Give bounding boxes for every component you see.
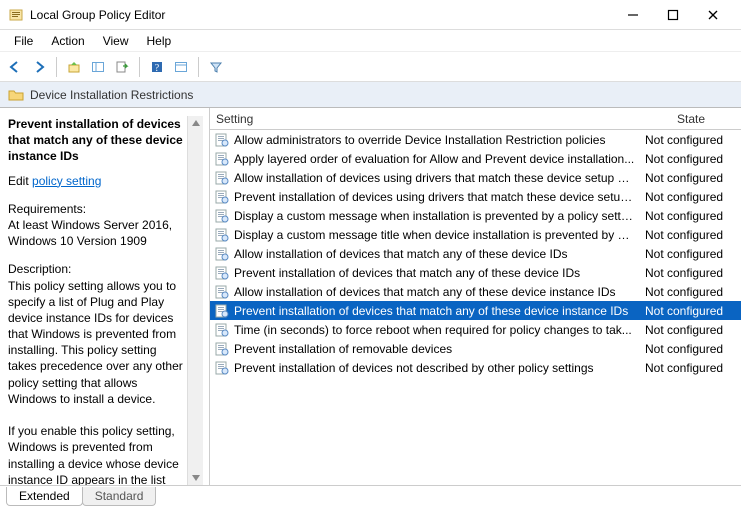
- svg-text:?: ?: [155, 63, 160, 74]
- app-icon: [8, 7, 24, 23]
- tab-extended[interactable]: Extended: [6, 487, 83, 506]
- list-item-label: Prevent installation of devices using dr…: [234, 190, 641, 204]
- column-state[interactable]: State: [641, 112, 741, 126]
- list-item-label: Prevent installation of devices that mat…: [234, 266, 641, 280]
- list-item-label: Allow installation of devices that match…: [234, 247, 641, 261]
- list-item-state: Not configured: [641, 342, 741, 356]
- list-item-state: Not configured: [641, 285, 741, 299]
- list-item[interactable]: Display a custom message when installati…: [210, 206, 741, 225]
- scroll-down-icon: [191, 473, 201, 483]
- policy-icon: [214, 227, 230, 243]
- list-item-state: Not configured: [641, 209, 741, 223]
- show-hide-tree-button[interactable]: [87, 56, 109, 78]
- menu-view[interactable]: View: [95, 32, 137, 50]
- list-item-state: Not configured: [641, 228, 741, 242]
- policy-icon: [214, 170, 230, 186]
- folder-icon: [8, 87, 24, 103]
- location-text: Device Installation Restrictions: [30, 88, 193, 102]
- list-item-label: Prevent installation of removable device…: [234, 342, 641, 356]
- list-item-label: Allow installation of devices that match…: [234, 285, 641, 299]
- bottom-tabs: Extended Standard: [0, 485, 741, 507]
- details-pane: Prevent installation of devices that mat…: [0, 108, 210, 485]
- details-scrollbar[interactable]: [187, 116, 203, 485]
- forward-button[interactable]: [28, 56, 50, 78]
- up-button[interactable]: [63, 56, 85, 78]
- window-title: Local Group Policy Editor: [30, 8, 613, 22]
- list-item[interactable]: Time (in seconds) to force reboot when r…: [210, 320, 741, 339]
- list-item[interactable]: Prevent installation of removable device…: [210, 339, 741, 358]
- filter-button[interactable]: [205, 56, 227, 78]
- policy-icon: [214, 341, 230, 357]
- list-item[interactable]: Display a custom message title when devi…: [210, 225, 741, 244]
- policy-icon: [214, 151, 230, 167]
- list-item-state: Not configured: [641, 247, 741, 261]
- description-label: Description:: [8, 261, 187, 277]
- export-list-button[interactable]: [111, 56, 133, 78]
- list-item-label: Prevent installation of devices not desc…: [234, 361, 641, 375]
- list-item[interactable]: Apply layered order of evaluation for Al…: [210, 149, 741, 168]
- list-item-state: Not configured: [641, 190, 741, 204]
- list-item[interactable]: Allow installation of devices that match…: [210, 244, 741, 263]
- scroll-up-icon: [191, 118, 201, 128]
- list-item-label: Allow administrators to override Device …: [234, 133, 641, 147]
- policy-icon: [214, 360, 230, 376]
- policy-icon: [214, 284, 230, 300]
- policy-icon: [214, 303, 230, 319]
- list-item[interactable]: Prevent installation of devices using dr…: [210, 187, 741, 206]
- policy-icon: [214, 132, 230, 148]
- toolbar: ?: [0, 52, 741, 82]
- list-item-state: Not configured: [641, 323, 741, 337]
- list-item-state: Not configured: [641, 266, 741, 280]
- window-titlebar: Local Group Policy Editor: [0, 0, 741, 30]
- list-item-label: Display a custom message title when devi…: [234, 228, 641, 242]
- help-button[interactable]: ?: [146, 56, 168, 78]
- tab-standard[interactable]: Standard: [82, 487, 157, 506]
- settings-list-pane: Setting State Allow administrators to ov…: [210, 108, 741, 485]
- window-controls: [613, 1, 733, 29]
- list-item-state: Not configured: [641, 304, 741, 318]
- policy-icon: [214, 322, 230, 338]
- detail-title: Prevent installation of devices that mat…: [8, 116, 187, 165]
- menu-bar: File Action View Help: [0, 30, 741, 52]
- policy-icon: [214, 208, 230, 224]
- list-item[interactable]: Prevent installation of devices that mat…: [210, 263, 741, 282]
- list-item-state: Not configured: [641, 152, 741, 166]
- main-split: Prevent installation of devices that mat…: [0, 108, 741, 485]
- list-item-label: Prevent installation of devices that mat…: [234, 304, 641, 318]
- column-header-row: Setting State: [210, 108, 741, 130]
- list-item-label: Apply layered order of evaluation for Al…: [234, 152, 641, 166]
- menu-help[interactable]: Help: [139, 32, 180, 50]
- close-button[interactable]: [693, 1, 733, 29]
- column-setting[interactable]: Setting: [210, 112, 641, 126]
- settings-list: Allow administrators to override Device …: [210, 130, 741, 485]
- properties-button[interactable]: [170, 56, 192, 78]
- description-body: This policy setting allows you to specif…: [8, 278, 187, 486]
- list-item[interactable]: Allow installation of devices using driv…: [210, 168, 741, 187]
- edit-policy-line: Edit policy setting: [8, 173, 187, 189]
- list-item[interactable]: Prevent installation of devices that mat…: [210, 301, 741, 320]
- list-item-label: Allow installation of devices using driv…: [234, 171, 641, 185]
- list-item[interactable]: Allow installation of devices that match…: [210, 282, 741, 301]
- list-item-state: Not configured: [641, 171, 741, 185]
- maximize-button[interactable]: [653, 1, 693, 29]
- requirements-body: At least Windows Server 2016, Windows 10…: [8, 217, 187, 249]
- menu-action[interactable]: Action: [43, 32, 92, 50]
- minimize-button[interactable]: [613, 1, 653, 29]
- list-item-state: Not configured: [641, 361, 741, 375]
- list-item-state: Not configured: [641, 133, 741, 147]
- menu-file[interactable]: File: [6, 32, 41, 50]
- requirements-label: Requirements:: [8, 201, 187, 217]
- list-item[interactable]: Allow administrators to override Device …: [210, 130, 741, 149]
- list-item-label: Display a custom message when installati…: [234, 209, 641, 223]
- back-button[interactable]: [4, 56, 26, 78]
- edit-policy-link[interactable]: policy setting: [32, 174, 101, 188]
- list-item-label: Time (in seconds) to force reboot when r…: [234, 323, 641, 337]
- policy-icon: [214, 246, 230, 262]
- edit-prefix: Edit: [8, 174, 29, 188]
- location-bar: Device Installation Restrictions: [0, 82, 741, 108]
- list-item[interactable]: Prevent installation of devices not desc…: [210, 358, 741, 377]
- policy-icon: [214, 189, 230, 205]
- policy-icon: [214, 265, 230, 281]
